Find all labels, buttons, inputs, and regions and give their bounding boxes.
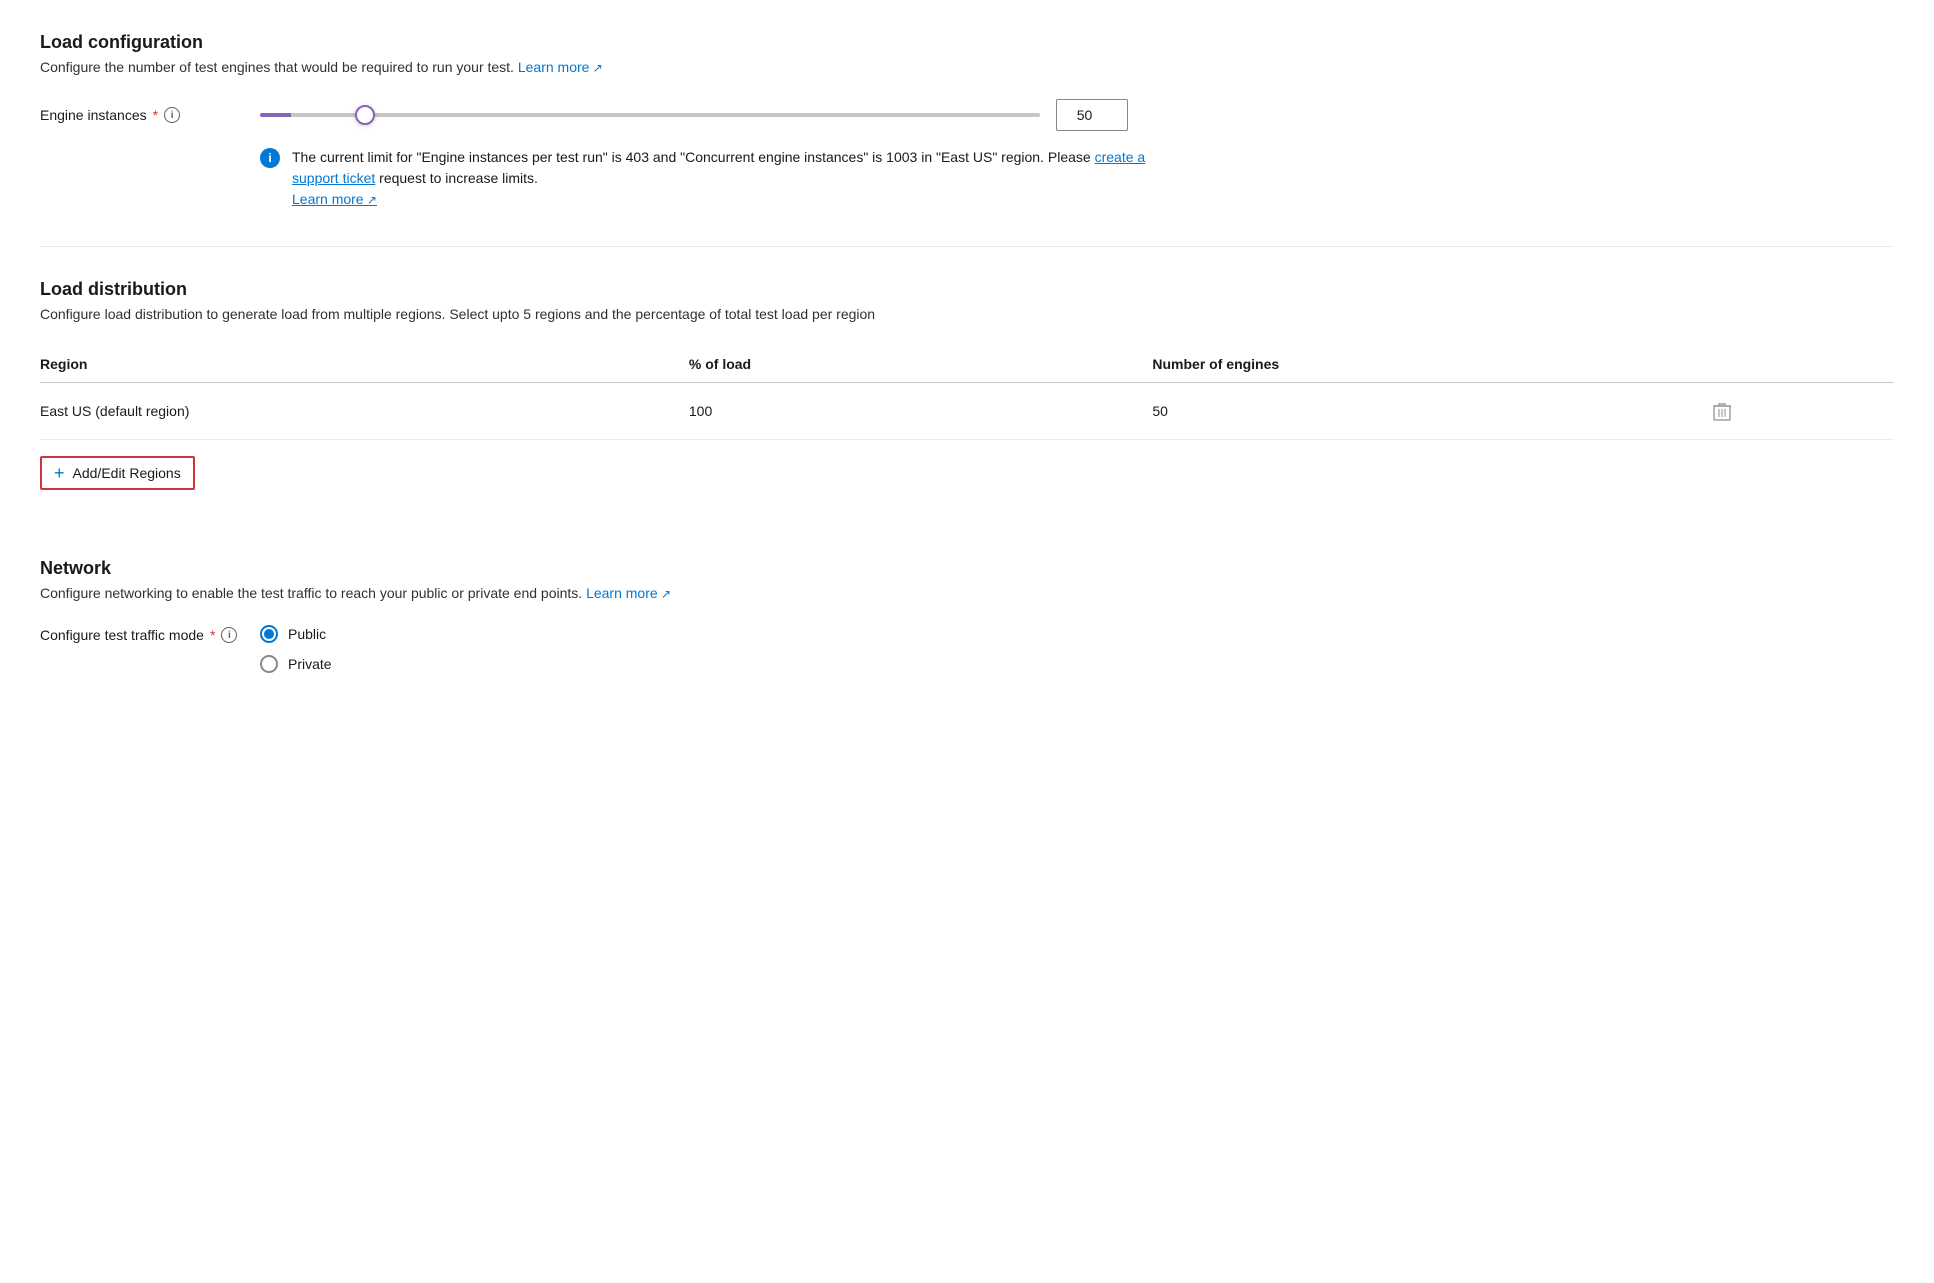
private-radio-input[interactable] [260,655,278,673]
percent-load-cell: 100 [689,383,1153,440]
engine-instances-label: Engine instances * i [40,107,240,123]
load-config-title: Load configuration [40,32,1894,53]
table-header-row: Region % of load Number of engines [40,346,1894,383]
delete-cell [1709,383,1894,440]
private-radio-option[interactable]: Private [260,655,332,673]
col-load-header: % of load [689,346,1153,383]
traffic-mode-radio-group: Public Private [260,625,332,673]
load-dist-title: Load distribution [40,279,1894,300]
public-radio-label: Public [288,626,326,642]
traffic-mode-row: Configure test traffic mode * i Public P… [40,625,1894,673]
required-star: * [153,107,158,123]
divider-1 [40,246,1894,247]
table-row: East US (default region) 100 50 [40,383,1894,440]
load-config-description: Configure the number of test engines tha… [40,59,1894,75]
plus-icon: + [54,464,65,482]
load-config-learn-more-link[interactable]: Learn more [518,59,603,75]
network-title: Network [40,558,1894,579]
delete-region-button[interactable] [1709,397,1735,425]
trash-icon [1713,401,1731,421]
public-radio-input[interactable] [260,625,278,643]
load-distribution-section: Load distribution Configure load distrib… [40,279,1894,522]
load-configuration-section: Load configuration Configure the number … [40,32,1894,210]
engine-instances-info-icon[interactable]: i [164,107,180,123]
private-radio-label: Private [288,656,332,672]
traffic-mode-required-star: * [210,627,215,643]
traffic-mode-info-icon[interactable]: i [221,627,237,643]
num-engines-cell: 50 [1152,383,1708,440]
network-learn-more-link[interactable]: Learn more [586,585,671,601]
col-actions-header [1709,346,1894,383]
engine-instances-number-input[interactable] [1056,99,1128,131]
engine-instances-info-box: i The current limit for "Engine instance… [260,147,1160,210]
engine-instances-info-text: The current limit for "Engine instances … [292,147,1160,210]
col-engines-header: Number of engines [1152,346,1708,383]
info-circle-icon: i [260,148,280,168]
col-region-header: Region [40,346,689,383]
engine-instances-slider[interactable] [260,113,1040,117]
traffic-mode-label: Configure test traffic mode * i [40,625,240,643]
public-radio-option[interactable]: Public [260,625,332,643]
engine-instances-row: Engine instances * i [40,99,1894,131]
add-edit-regions-label: Add/Edit Regions [73,465,181,481]
load-distribution-table: Region % of load Number of engines East … [40,346,1894,440]
info-learn-more-link[interactable]: Learn more [292,191,377,207]
add-edit-regions-button[interactable]: + Add/Edit Regions [40,456,195,490]
network-section: Network Configure networking to enable t… [40,558,1894,673]
engine-instances-slider-container [260,99,1894,131]
load-dist-description: Configure load distribution to generate … [40,306,1894,322]
region-cell: East US (default region) [40,383,689,440]
network-description: Configure networking to enable the test … [40,585,1894,601]
